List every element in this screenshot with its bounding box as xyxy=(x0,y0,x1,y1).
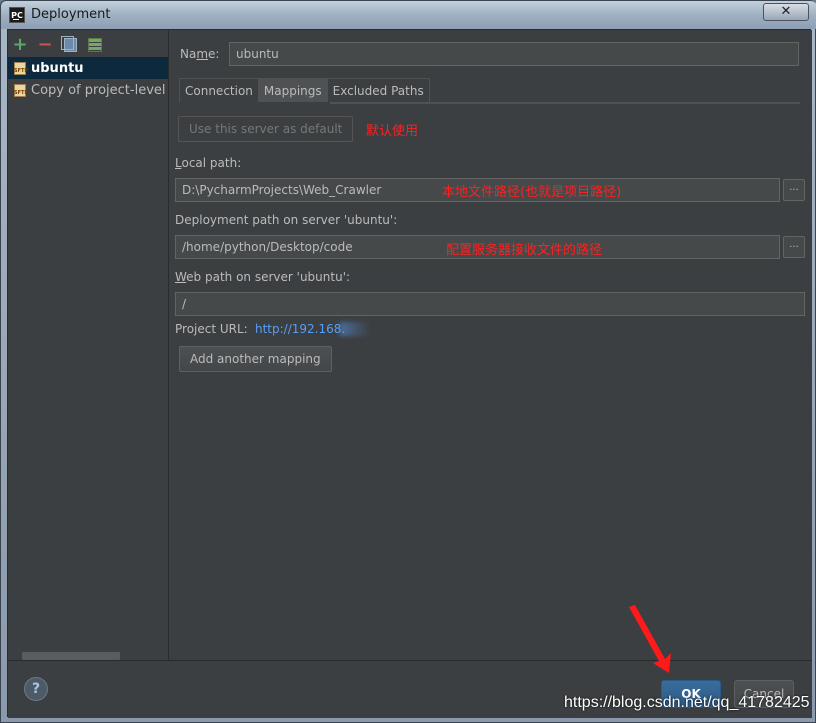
copy-icon[interactable] xyxy=(60,36,78,53)
watermark: https://blog.csdn.net/qq_41782425 xyxy=(564,694,810,711)
annotation-remote: 配置服务器接收文件的路径 xyxy=(446,243,603,258)
tab-divider xyxy=(330,102,800,104)
add-mapping-button[interactable]: Add another mapping xyxy=(179,346,332,372)
dialog-content: + − ubuntu Copy of project-level se Name… xyxy=(7,29,812,718)
server-item-label: ubuntu xyxy=(31,60,84,76)
server-item-label: Copy of project-level se xyxy=(31,82,168,98)
close-window-button[interactable]: ✕ xyxy=(763,3,809,21)
sftp-icon xyxy=(14,83,28,97)
server-item-ubuntu[interactable]: ubuntu xyxy=(8,57,168,79)
server-toolbar: + − xyxy=(12,34,103,56)
sftp-icon xyxy=(14,61,28,75)
minus-icon[interactable]: − xyxy=(37,36,53,54)
deployment-path-label: Deployment path on server 'ubuntu': xyxy=(175,213,398,227)
annotation-default: 默认使用 xyxy=(366,124,419,139)
local-path-label: Local path: xyxy=(175,156,242,170)
tab-bar: Connection Mappings Excluded Paths xyxy=(179,78,430,102)
server-config-panel: Name: ubuntu Connection Mappings Exclude… xyxy=(170,30,812,660)
local-path-browse-button[interactable]: ... xyxy=(783,179,805,201)
use-as-default-button[interactable]: Use this server as default xyxy=(178,116,354,142)
tab-connection[interactable]: Connection xyxy=(179,78,259,102)
name-input[interactable]: ubuntu xyxy=(229,42,799,66)
pycharm-icon: PC xyxy=(9,7,25,23)
web-path-label: Web path on server 'ubuntu': xyxy=(175,270,351,284)
title-bar: PC Deployment ✕ xyxy=(1,1,816,29)
annotation-local: 本地文件路径(也就是项目路径) xyxy=(442,185,622,200)
tab-mappings[interactable]: Mappings xyxy=(257,78,328,102)
tab-excluded-paths[interactable]: Excluded Paths xyxy=(326,78,430,102)
help-icon[interactable]: ? xyxy=(24,677,48,701)
server-list: ubuntu Copy of project-level se xyxy=(8,57,168,101)
horizontal-scrollbar[interactable] xyxy=(22,652,120,660)
server-list-panel: + − ubuntu Copy of project-level se xyxy=(8,30,169,660)
project-url-link[interactable]: http://192.168. xyxy=(255,322,345,336)
set-default-icon[interactable] xyxy=(87,37,103,53)
name-label: Name: xyxy=(180,47,220,61)
deployment-window: PC Deployment ✕ + − ubuntu Copy of proje… xyxy=(0,0,816,723)
redacted-blur xyxy=(340,322,370,336)
web-path-input[interactable]: / xyxy=(175,292,805,316)
project-url-label: Project URL: xyxy=(175,322,248,336)
window-title: Deployment xyxy=(31,7,111,22)
server-item-copy[interactable]: Copy of project-level se xyxy=(8,79,168,101)
deployment-path-browse-button[interactable]: ... xyxy=(783,236,805,258)
plus-icon[interactable]: + xyxy=(12,36,28,54)
